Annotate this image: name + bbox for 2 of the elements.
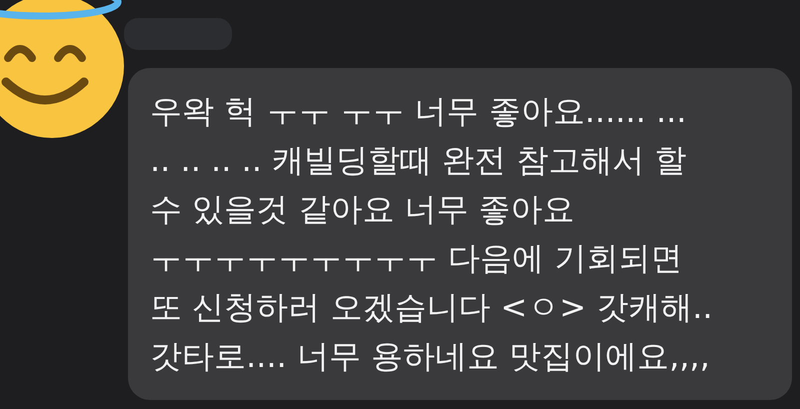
message-bubble: 우왁 헉 ㅜㅜ ㅜㅜ 너무 좋아요...... ... .. .. .. .. 캐빌딩할때 완전 참고해서 할 수 있을것 같아요 너무 좋아요 ㅜㅜㅜㅜㅜㅜㅜㅜㅜ 다음에 기회되면 또 신청하러 오겠습니다 <ㅇ> 갓캐해.. 갓타로.... 너무 용하네요 맛집이에요,,,, (128, 68, 792, 400)
smiling-face-with-halo-icon (0, 0, 126, 140)
